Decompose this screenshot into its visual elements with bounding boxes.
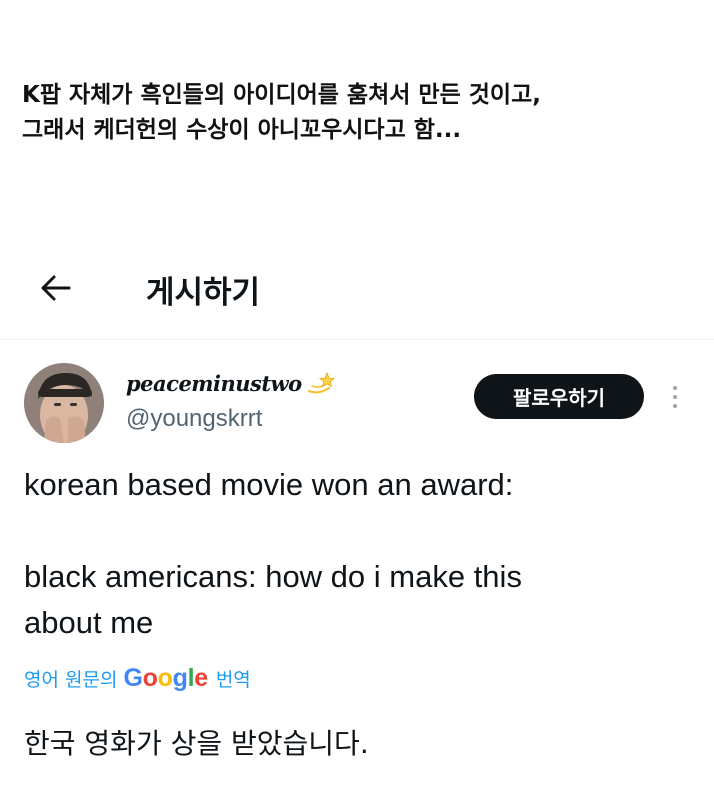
tweet-text-line-2: black americans: how do i make this	[24, 559, 522, 594]
tweet-text: korean based movie won an award: black a…	[24, 462, 694, 646]
header-divider	[0, 339, 714, 340]
post-caption: K팝 자체가 흑인들의 아이디어를 훔쳐서 만든 것이고, 그래서 케더헌의 수…	[22, 78, 702, 148]
tweet-text-spacer	[24, 508, 694, 554]
page-title: 게시하기	[146, 275, 261, 311]
vertical-dots-icon	[673, 386, 677, 390]
google-letter: o	[142, 664, 158, 692]
back-button[interactable]	[36, 268, 76, 308]
translate-prefix: 영어 원문의	[24, 669, 118, 691]
google-letter: e	[194, 664, 208, 692]
display-name-text: peaceminustwo	[126, 371, 302, 396]
google-letter: g	[172, 664, 188, 692]
user-handle[interactable]: @youngskrrt	[126, 405, 262, 433]
translate-link[interactable]: 영어 원문의 Google 번역	[24, 664, 251, 693]
avatar-photo	[24, 363, 104, 443]
translate-suffix: 번역	[215, 669, 251, 691]
tweet-text-line-3: about me	[24, 605, 154, 640]
translated-text: 한국 영화가 상을 받았습니다.	[24, 727, 369, 760]
follow-button[interactable]: 팔로우하기	[474, 374, 644, 419]
vertical-dots-icon-dot	[673, 404, 677, 408]
caption-line-2: 그래서 케더헌의 수상이 아니꼬우시다고 함...	[22, 117, 462, 143]
dizzy-star-icon	[306, 370, 336, 401]
more-options-button[interactable]	[664, 380, 686, 414]
vertical-dots-icon-dot	[673, 395, 677, 399]
google-logo-text: Google	[123, 664, 208, 693]
avatar[interactable]	[24, 363, 104, 443]
google-letter: G	[123, 664, 143, 692]
caption-line-1: K팝 자체가 흑인들의 아이디어를 훔쳐서 만든 것이고,	[22, 82, 541, 108]
arrow-left-icon	[41, 275, 71, 301]
tweet-header-bar: 게시하기	[0, 262, 714, 340]
display-name[interactable]: peaceminustwo	[126, 370, 336, 401]
google-letter: o	[157, 664, 173, 692]
tweet-text-line-1: korean based movie won an award:	[24, 467, 514, 502]
